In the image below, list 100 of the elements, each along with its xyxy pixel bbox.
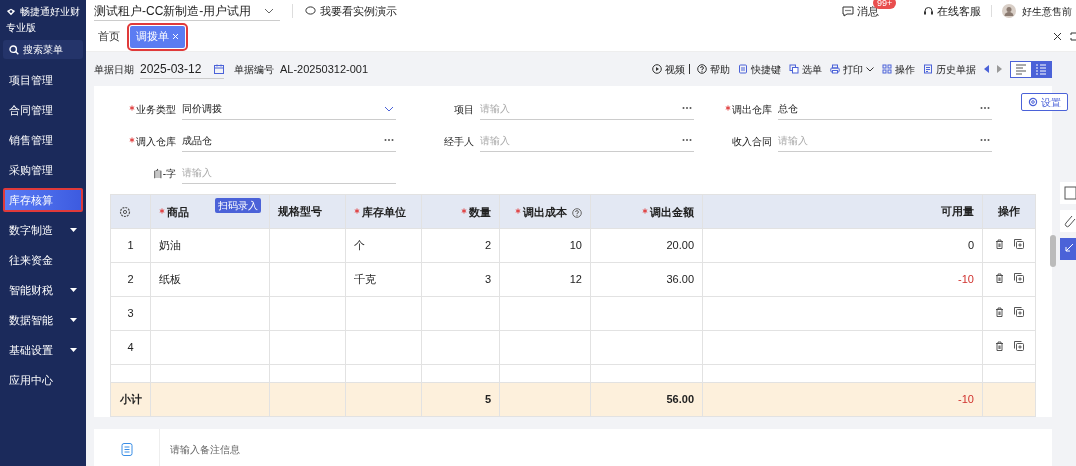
column-header: 操作 (998, 204, 1020, 220)
column-header: 库存单位 (362, 205, 406, 221)
sidebar-item[interactable]: 销售管理 (0, 128, 86, 152)
input-field[interactable]: 请输入 (778, 130, 992, 152)
number-label: 单据编号 (234, 62, 274, 77)
sidebar-item[interactable]: 往来资金 (0, 248, 86, 272)
field-label: 项目 (454, 102, 474, 117)
close-icon[interactable] (1053, 32, 1062, 41)
collapse-icon[interactable] (1060, 238, 1076, 260)
gear-icon (1028, 97, 1038, 107)
trash-icon[interactable] (994, 341, 1004, 352)
column-header: 可用量 (941, 204, 974, 220)
toolbar-link[interactable]: 快捷键 (751, 61, 781, 77)
chevron-down-icon (384, 106, 394, 112)
date-field[interactable]: 2025-03-12 (140, 59, 224, 79)
brand-name: 畅捷通好业财 (20, 5, 80, 19)
detail-list-icon (1033, 61, 1049, 77)
more-icon (384, 138, 394, 142)
history-icon (923, 64, 933, 74)
copy-row-icon[interactable] (1013, 239, 1024, 250)
more-icon (682, 106, 692, 110)
sidebar-item[interactable]: 数字制造 (0, 218, 86, 242)
table-cell: 20.00 (666, 239, 694, 252)
input-field[interactable]: 成品仓 (182, 130, 396, 152)
help-icon (697, 64, 707, 74)
sidebar-item[interactable]: 合同管理 (0, 98, 86, 122)
field-label: 经手人 (444, 134, 474, 149)
list-view-toggle[interactable] (1011, 61, 1031, 77)
column-header: 调出金额 (650, 205, 694, 221)
search-icon (9, 44, 19, 55)
calendar-icon (214, 63, 224, 74)
table-cell: 2 (484, 239, 491, 252)
toolbar-link[interactable]: 视频 (665, 61, 685, 77)
scan-button[interactable]: 扫码录入 (215, 198, 261, 214)
table-cell: -10 (958, 393, 974, 406)
copy-row-icon[interactable] (1013, 273, 1024, 284)
input-field[interactable]: 请输入 (480, 98, 694, 120)
next-icon[interactable] (997, 65, 1002, 73)
toolbar-link[interactable]: 历史单据 (936, 61, 976, 77)
toolbar-link[interactable]: 帮助 (710, 61, 730, 77)
column-header: 商品 (167, 205, 189, 221)
document-number: AL-20250312-001 (280, 61, 369, 77)
table-cell: 3 (127, 307, 134, 320)
support-link[interactable]: 在线客服 (937, 2, 981, 20)
column-header: 调出成本 (523, 205, 567, 221)
chevron-down-icon[interactable] (866, 66, 874, 72)
column-header: 规格型号 (278, 204, 322, 220)
trash-icon[interactable] (994, 273, 1004, 284)
message-icon (842, 5, 854, 17)
gear-icon[interactable] (119, 205, 131, 218)
field-label: 调出仓库 (732, 102, 772, 117)
settings-button[interactable]: 设置 (1021, 93, 1068, 111)
sidebar-item[interactable]: 库存核算 (3, 188, 83, 212)
demo-link[interactable]: 我要看实例演示 (320, 2, 397, 20)
copy-icon (789, 64, 799, 74)
input-field[interactable]: 请输入 (480, 130, 694, 152)
detail-view-toggle[interactable] (1031, 61, 1051, 77)
toolbar-link[interactable]: 打印 (843, 61, 863, 77)
sidebar-item[interactable]: 采购管理 (0, 158, 86, 182)
trash-icon[interactable] (994, 239, 1004, 250)
sidebar-item[interactable]: 基础设置 (0, 338, 86, 362)
table-cell: 1 (127, 239, 134, 252)
table-cell: 4 (127, 341, 134, 354)
sidebar-item[interactable]: 应用中心 (0, 368, 86, 392)
input-field[interactable]: 请输入 (182, 162, 396, 184)
sidebar-item[interactable]: 数据智能 (0, 308, 86, 332)
tab[interactable]: 首页 (92, 25, 126, 48)
sidebar-item[interactable]: 智能财税 (0, 278, 86, 302)
trash-icon[interactable] (994, 307, 1004, 318)
paperclip-icon[interactable] (1060, 210, 1076, 232)
help-icon[interactable] (572, 207, 582, 218)
chevron-down-icon (264, 7, 274, 14)
table-cell: -10 (958, 273, 974, 286)
fullscreen-icon[interactable] (1070, 32, 1076, 41)
table-cell: 3 (484, 273, 491, 286)
more-icon (980, 138, 990, 142)
previous-icon[interactable] (984, 65, 989, 73)
field-label: 业务类型 (136, 102, 176, 117)
table-cell: 56.00 (666, 393, 694, 406)
printer-icon (830, 64, 840, 74)
copy-row-icon[interactable] (1013, 341, 1024, 352)
field-label: 调入仓库 (136, 134, 176, 149)
search-field[interactable]: 搜索菜单 (3, 40, 83, 59)
select-field[interactable]: 同价调拨 (182, 98, 396, 120)
remarks-field[interactable]: 请输入备注信息 (170, 441, 570, 457)
user-name[interactable]: 好生意售前 (1022, 3, 1072, 19)
toolbar-link[interactable]: 选单 (802, 61, 822, 77)
sidebar-item[interactable]: 项目管理 (0, 68, 86, 92)
table-cell: 千克 (354, 273, 376, 286)
table-cell: 10 (569, 239, 582, 252)
column-header: 数量 (469, 205, 491, 221)
input-field[interactable]: 总仓 (778, 98, 992, 120)
copy-row-icon[interactable] (1013, 307, 1024, 318)
avatar-icon[interactable] (1002, 4, 1016, 18)
more-icon (682, 138, 692, 142)
toolbar-link[interactable]: 操作 (895, 61, 915, 77)
tenant-select[interactable]: 测试租户-CC新制造-用户试用 (94, 1, 280, 21)
scrollbar[interactable] (1050, 235, 1056, 267)
tab[interactable]: 调拨单 (130, 25, 185, 48)
table-cell: 纸板 (159, 273, 181, 286)
